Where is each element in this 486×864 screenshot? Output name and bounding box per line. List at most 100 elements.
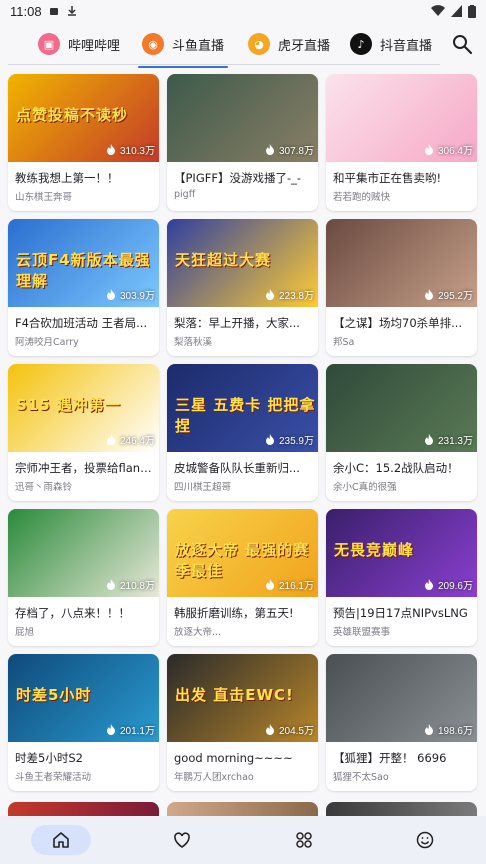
viewer-count-text: 223.8万 — [278, 291, 314, 302]
fire-icon — [424, 434, 433, 445]
stream-card[interactable]: 231.3万 余小C：15.2战队启动！ 余小C真的很强 — [326, 364, 477, 501]
fire-icon — [424, 144, 433, 155]
fire-icon — [265, 144, 274, 155]
bottom-nav — [0, 816, 486, 864]
grid-icon — [296, 832, 312, 848]
stream-card[interactable]: 三星 五费卡 把把拿捏 235.9万 皮城警备队队长重新归... 四川棋王超哥 — [167, 364, 318, 501]
fire-icon — [106, 434, 115, 445]
stream-card[interactable]: 放逐大帝 最强的赛季最佳 216.1万韩服折磨训练，第五天! 放逐大帝... — [167, 509, 318, 646]
tab-2[interactable]: ◕ 虎牙直播 — [240, 26, 338, 62]
viewer-count-text: 303.9万 — [119, 291, 155, 302]
stream-card[interactable]: 295.2万 【之谋】场均70杀单排... 邦Sa — [326, 219, 477, 356]
tab-label: 斗鱼直播 — [172, 38, 225, 54]
stream-card[interactable]: 无畏竞巅峰 209.6万 预告|19日17点NIPvsLNG 英雄联盟赛事 — [326, 509, 477, 646]
platform-logo-icon: ▣ — [38, 33, 60, 55]
streamer-name: 年鹏万人团xrchao — [174, 772, 254, 783]
fire-icon — [106, 579, 115, 590]
viewer-count: 306.4万 — [424, 142, 473, 157]
stream-card[interactable]: 198.6万 【狐狸】开整！ 6696 狐狸不太Sao — [326, 654, 477, 791]
stream-title: F4合砍加班活动 王者局... — [15, 316, 148, 330]
viewer-count: 295.2万 — [424, 287, 473, 302]
thumbnail-caption: 点赞投稿不读秒 — [16, 106, 129, 124]
platform-tabs: ▣ 哔哩哔哩 ◉ 斗鱼直播 ◕ 虎牙直播 ♪ 抖音直播 — [0, 24, 486, 68]
viewer-count: 310.3万 — [106, 142, 155, 157]
stream-thumbnail: 时差5小时 201.1万 — [8, 654, 159, 742]
viewer-count-text: 307.8万 — [278, 146, 314, 157]
viewer-count-text: 235.9万 — [278, 436, 314, 447]
streamer-name: 山东棋王奔哥 — [15, 192, 73, 203]
fire-icon — [106, 724, 115, 735]
fire-icon — [424, 289, 433, 300]
search-icon[interactable] — [450, 32, 474, 56]
stream-card[interactable]: S15 遇冲第一 246.4万 宗师冲王者，投票给flancy 迅哥丶雨森铃 — [8, 364, 159, 501]
status-bar: 11:08 — [0, 0, 486, 22]
streamer-name: 放逐大帝... — [174, 627, 222, 638]
stream-thumbnail: 出发 直击EWC! 204.5万 — [167, 654, 318, 742]
stream-card[interactable]: 307.8万 【PIGFF】没游戏播了-_- pigff — [167, 74, 318, 211]
streamer-name: 屁旭 — [15, 627, 35, 638]
fire-icon — [265, 724, 274, 735]
stream-card[interactable]: 出发 直击EWC! 204.5万 good morning~~~~ 年鹏万人团xrch… — [167, 654, 318, 791]
fire-icon — [265, 289, 274, 300]
stream-grid: 点赞投稿不读秒 310.3万 教练我想上第一！！ 山东棋王奔哥 307.8万 【PIGFF… — [8, 74, 478, 791]
stream-card[interactable]: 点赞投稿不读秒 310.3万 教练我想上第一！！ 山东棋王奔哥 — [8, 74, 159, 211]
stream-title: 韩服折磨训练，第五天! — [174, 606, 294, 620]
streamer-name: 阿涛咬月Carry — [15, 337, 79, 348]
stream-thumbnail: 三星 五费卡 把把拿捏 235.9万 — [167, 364, 318, 452]
stream-title: 【之谋】场均70杀单排... — [333, 316, 463, 330]
heart-icon — [174, 832, 191, 848]
stream-card[interactable]: 时差5小时 201.1万 时差5小时S2 斗鱼王者荣耀活动 — [8, 654, 159, 791]
thumbnail-caption: 三星 五费卡 把把拿捏 — [175, 396, 316, 435]
viewer-count: 198.6万 — [424, 722, 473, 737]
battery-icon — [468, 4, 476, 18]
fire-icon — [265, 434, 274, 445]
stream-thumbnail: 云顶F4新版本最强理解 303.9万 — [8, 219, 159, 307]
viewer-count: 231.3万 — [424, 432, 473, 447]
viewer-count: 204.5万 — [265, 722, 314, 737]
thumbnail-caption: 云顶F4新版本最强理解 — [16, 251, 151, 290]
viewer-count-text: 204.5万 — [278, 726, 314, 737]
platform-logo-icon: ◉ — [142, 33, 164, 55]
stream-title: 存档了，八点来！！！ — [15, 606, 130, 620]
nav-favorites[interactable] — [152, 825, 212, 855]
viewer-count: 209.6万 — [424, 577, 473, 592]
tab-label: 抖音直播 — [380, 38, 433, 54]
stream-thumbnail: 231.3万 — [326, 364, 477, 452]
stream-thumbnail: S15 遇冲第一 246.4万 — [8, 364, 159, 452]
stream-thumbnail: 295.2万 — [326, 219, 477, 307]
nav-categories[interactable] — [274, 825, 334, 855]
tab-3[interactable]: ♪ 抖音直播 — [342, 26, 440, 62]
stream-thumbnail: 天狂超过大赛 223.8万 — [167, 219, 318, 307]
viewer-count: 307.8万 — [265, 142, 314, 157]
thumbnail-caption: 时差5小时 — [16, 686, 92, 704]
streamer-name: 斗鱼王者荣耀活动 — [15, 772, 92, 783]
signal-icon — [451, 5, 462, 17]
nav-home[interactable] — [30, 825, 91, 855]
viewer-count: 303.9万 — [106, 287, 155, 302]
viewer-count-text: 310.3万 — [119, 146, 155, 157]
tab-divider — [8, 64, 440, 65]
tab-0[interactable]: ▣ 哔哩哔哩 — [30, 26, 128, 62]
tab-label: 哔哩哔哩 — [68, 38, 121, 54]
stream-title: 宗师冲王者，投票给flancy — [15, 461, 154, 475]
smile-icon — [417, 831, 434, 849]
stream-title: 预告|19日17点NIPvsLNG — [333, 606, 468, 620]
stream-title: 和平集市正在售卖哟! — [333, 171, 442, 185]
stream-title: 【PIGFF】没游戏播了-_- — [174, 171, 302, 185]
stream-card[interactable]: 210.8万 存档了，八点来！！！ 屁旭 — [8, 509, 159, 646]
thumbnail-caption: 放逐大帝 最强的赛季最佳 — [175, 541, 310, 580]
stream-card[interactable]: 306.4万 和平集市正在售卖哟! 若若跑的贼快 — [326, 74, 477, 211]
viewer-count-text: 216.1万 — [278, 581, 314, 592]
streamer-name: 余小C真的很强 — [333, 482, 397, 493]
stream-thumbnail: 307.8万 — [167, 74, 318, 162]
download-icon — [67, 6, 76, 16]
stream-card[interactable]: 云顶F4新版本最强理解 303.9万 F4合砍加班活动 王者局... 阿涛咬月Carr… — [8, 219, 159, 356]
stream-card[interactable]: 天狂超过大赛 223.8万 梨落：早上开播，大家... 梨落秋溪 — [167, 219, 318, 356]
viewer-count: 223.8万 — [265, 287, 314, 302]
notification-icon — [49, 8, 58, 15]
stream-thumbnail: 放逐大帝 最强的赛季最佳 216.1万 — [167, 509, 318, 597]
tab-1[interactable]: ◉ 斗鱼直播 — [134, 26, 232, 68]
streamer-name: 狐狸不太Sao — [333, 772, 389, 783]
tab-label: 虎牙直播 — [278, 38, 331, 54]
nav-profile[interactable] — [395, 825, 455, 855]
